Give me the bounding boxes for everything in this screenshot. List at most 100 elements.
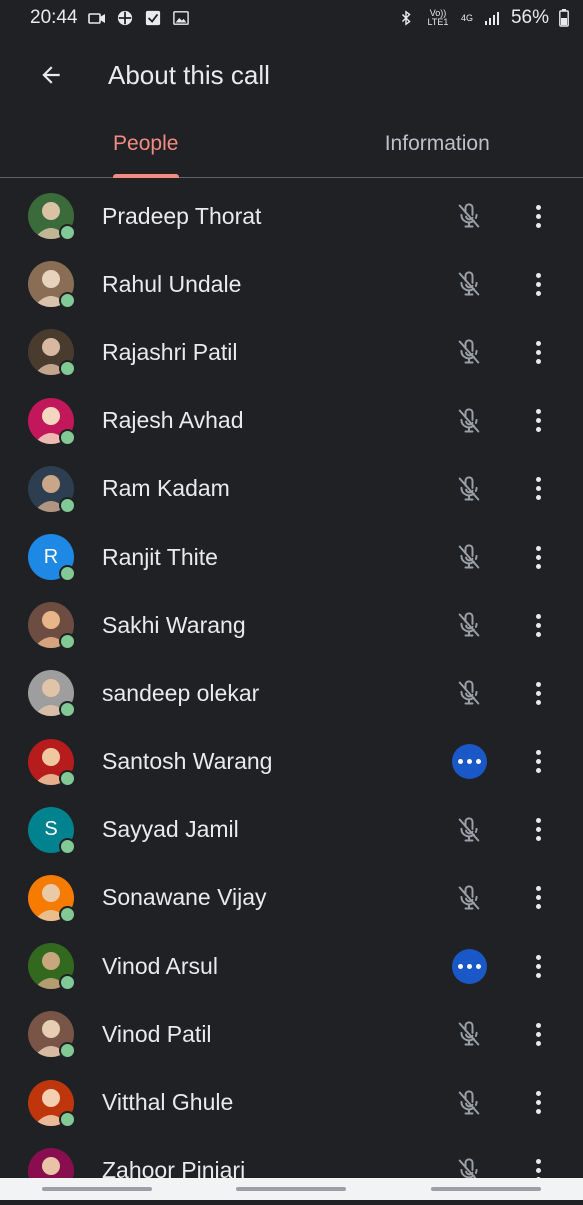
mute-participant-button[interactable] xyxy=(452,1017,486,1051)
nav-recents-handle[interactable] xyxy=(42,1187,152,1191)
presence-dot xyxy=(59,224,76,241)
more-options-icon[interactable] xyxy=(522,605,554,645)
avatar xyxy=(28,398,74,444)
presence-dot xyxy=(59,497,76,514)
mic-off-icon xyxy=(455,816,483,844)
avatar xyxy=(28,943,74,989)
mute-participant-button[interactable] xyxy=(452,404,486,438)
presence-dot xyxy=(59,360,76,377)
mic-off-icon xyxy=(455,543,483,571)
presence-dot xyxy=(59,633,76,650)
more-options-icon[interactable] xyxy=(522,264,554,304)
participant-row[interactable]: SSayyad Jamil xyxy=(0,796,583,864)
more-options-icon[interactable] xyxy=(522,742,554,782)
nav-home-handle[interactable] xyxy=(236,1187,346,1191)
avatar xyxy=(28,466,74,512)
presence-dot xyxy=(59,1042,76,1059)
app-notification-icon xyxy=(116,10,134,26)
participant-name: Santosh Warang xyxy=(102,748,272,775)
bluetooth-icon xyxy=(397,10,415,26)
mute-participant-button[interactable] xyxy=(452,608,486,642)
participant-name: Sakhi Warang xyxy=(102,612,246,639)
system-nav-bar xyxy=(0,1178,583,1200)
more-options-icon[interactable] xyxy=(522,332,554,372)
video-notification-icon xyxy=(88,10,106,26)
more-options-icon[interactable] xyxy=(522,946,554,986)
presence-dot xyxy=(59,1111,76,1128)
status-right: Vo)) LTE1 4G 56% xyxy=(397,7,569,29)
back-button[interactable] xyxy=(26,50,76,100)
participant-row[interactable]: R Ranjit Thite xyxy=(0,523,583,591)
more-options-icon[interactable] xyxy=(522,1083,554,1123)
participant-row[interactable]: Rajesh Avhad xyxy=(0,387,583,455)
participant-name: sandeep olekar xyxy=(102,680,259,707)
mic-off-icon xyxy=(455,270,483,298)
nav-back-handle[interactable] xyxy=(431,1187,541,1191)
mute-participant-button[interactable] xyxy=(452,199,486,233)
mute-participant-button[interactable] xyxy=(452,540,486,574)
tab-active-indicator xyxy=(113,174,179,178)
participant-row[interactable]: Vinod Patil xyxy=(0,1000,583,1068)
participant-row[interactable]: sandeep olekar xyxy=(0,659,583,727)
participant-row[interactable]: Sonawane Vijay xyxy=(0,864,583,932)
more-options-icon[interactable] xyxy=(522,673,554,713)
presence-dot xyxy=(59,838,76,855)
participant-row[interactable]: Pradeep Thorat xyxy=(0,182,583,250)
more-options-icon[interactable] xyxy=(522,537,554,577)
mute-participant-button[interactable] xyxy=(452,676,486,710)
mic-off-icon xyxy=(455,884,483,912)
mic-off-icon xyxy=(455,407,483,435)
tab-people[interactable]: People xyxy=(0,110,292,177)
tab-people-label: People xyxy=(113,132,178,156)
presence-dot xyxy=(59,429,76,446)
avatar xyxy=(28,670,74,716)
participant-name: Sonawane Vijay xyxy=(102,884,267,911)
avatar: R xyxy=(28,534,74,580)
presence-dot xyxy=(59,906,76,923)
presence-dot xyxy=(59,292,76,309)
mic-off-icon xyxy=(455,475,483,503)
participant-name: Ranjit Thite xyxy=(102,544,218,571)
participant-row[interactable]: Rajashri Patil xyxy=(0,318,583,386)
mute-participant-button[interactable] xyxy=(452,267,486,301)
tab-information[interactable]: Information xyxy=(292,110,583,177)
participant-row[interactable]: Rahul Undale xyxy=(0,250,583,318)
mute-participant-button[interactable] xyxy=(452,813,486,847)
battery-percent: 56% xyxy=(511,7,549,29)
mute-participant-button[interactable] xyxy=(452,335,486,369)
mic-off-icon xyxy=(455,338,483,366)
participant-row[interactable]: Santosh Warang xyxy=(0,728,583,796)
arrow-back-icon xyxy=(38,62,64,88)
mic-off-icon xyxy=(455,1089,483,1117)
participant-name: Vitthal Ghule xyxy=(102,1089,233,1116)
status-left: 20:44 xyxy=(30,7,190,29)
tab-bar: People Information xyxy=(0,110,583,178)
mute-participant-button[interactable] xyxy=(452,881,486,915)
participant-name: Ram Kadam xyxy=(102,475,230,502)
participant-row[interactable]: Vitthal Ghule xyxy=(0,1068,583,1136)
participant-row[interactable]: Vinod Arsul xyxy=(0,932,583,1000)
status-time: 20:44 xyxy=(30,7,78,29)
more-options-icon[interactable] xyxy=(522,1014,554,1054)
mute-participant-button[interactable] xyxy=(452,1086,486,1120)
participant-row[interactable]: Ram Kadam xyxy=(0,455,583,523)
avatar xyxy=(28,1080,74,1126)
participant-name: Pradeep Thorat xyxy=(102,203,261,230)
avatar: S xyxy=(28,807,74,853)
mic-off-icon xyxy=(455,611,483,639)
more-options-icon[interactable] xyxy=(522,810,554,850)
mic-off-icon xyxy=(455,1020,483,1048)
avatar-initial: R xyxy=(44,546,58,569)
participant-name: Vinod Arsul xyxy=(102,953,218,980)
participant-name: Rajesh Avhad xyxy=(102,407,244,434)
audio-activity-icon xyxy=(452,949,487,984)
participant-name: Vinod Patil xyxy=(102,1021,212,1048)
participant-row[interactable]: Sakhi Warang xyxy=(0,591,583,659)
mute-participant-button[interactable] xyxy=(452,472,486,506)
more-options-icon[interactable] xyxy=(522,196,554,236)
audio-activity-icon xyxy=(452,744,487,779)
avatar xyxy=(28,193,74,239)
more-options-icon[interactable] xyxy=(522,469,554,509)
more-options-icon[interactable] xyxy=(522,401,554,441)
more-options-icon[interactable] xyxy=(522,878,554,918)
